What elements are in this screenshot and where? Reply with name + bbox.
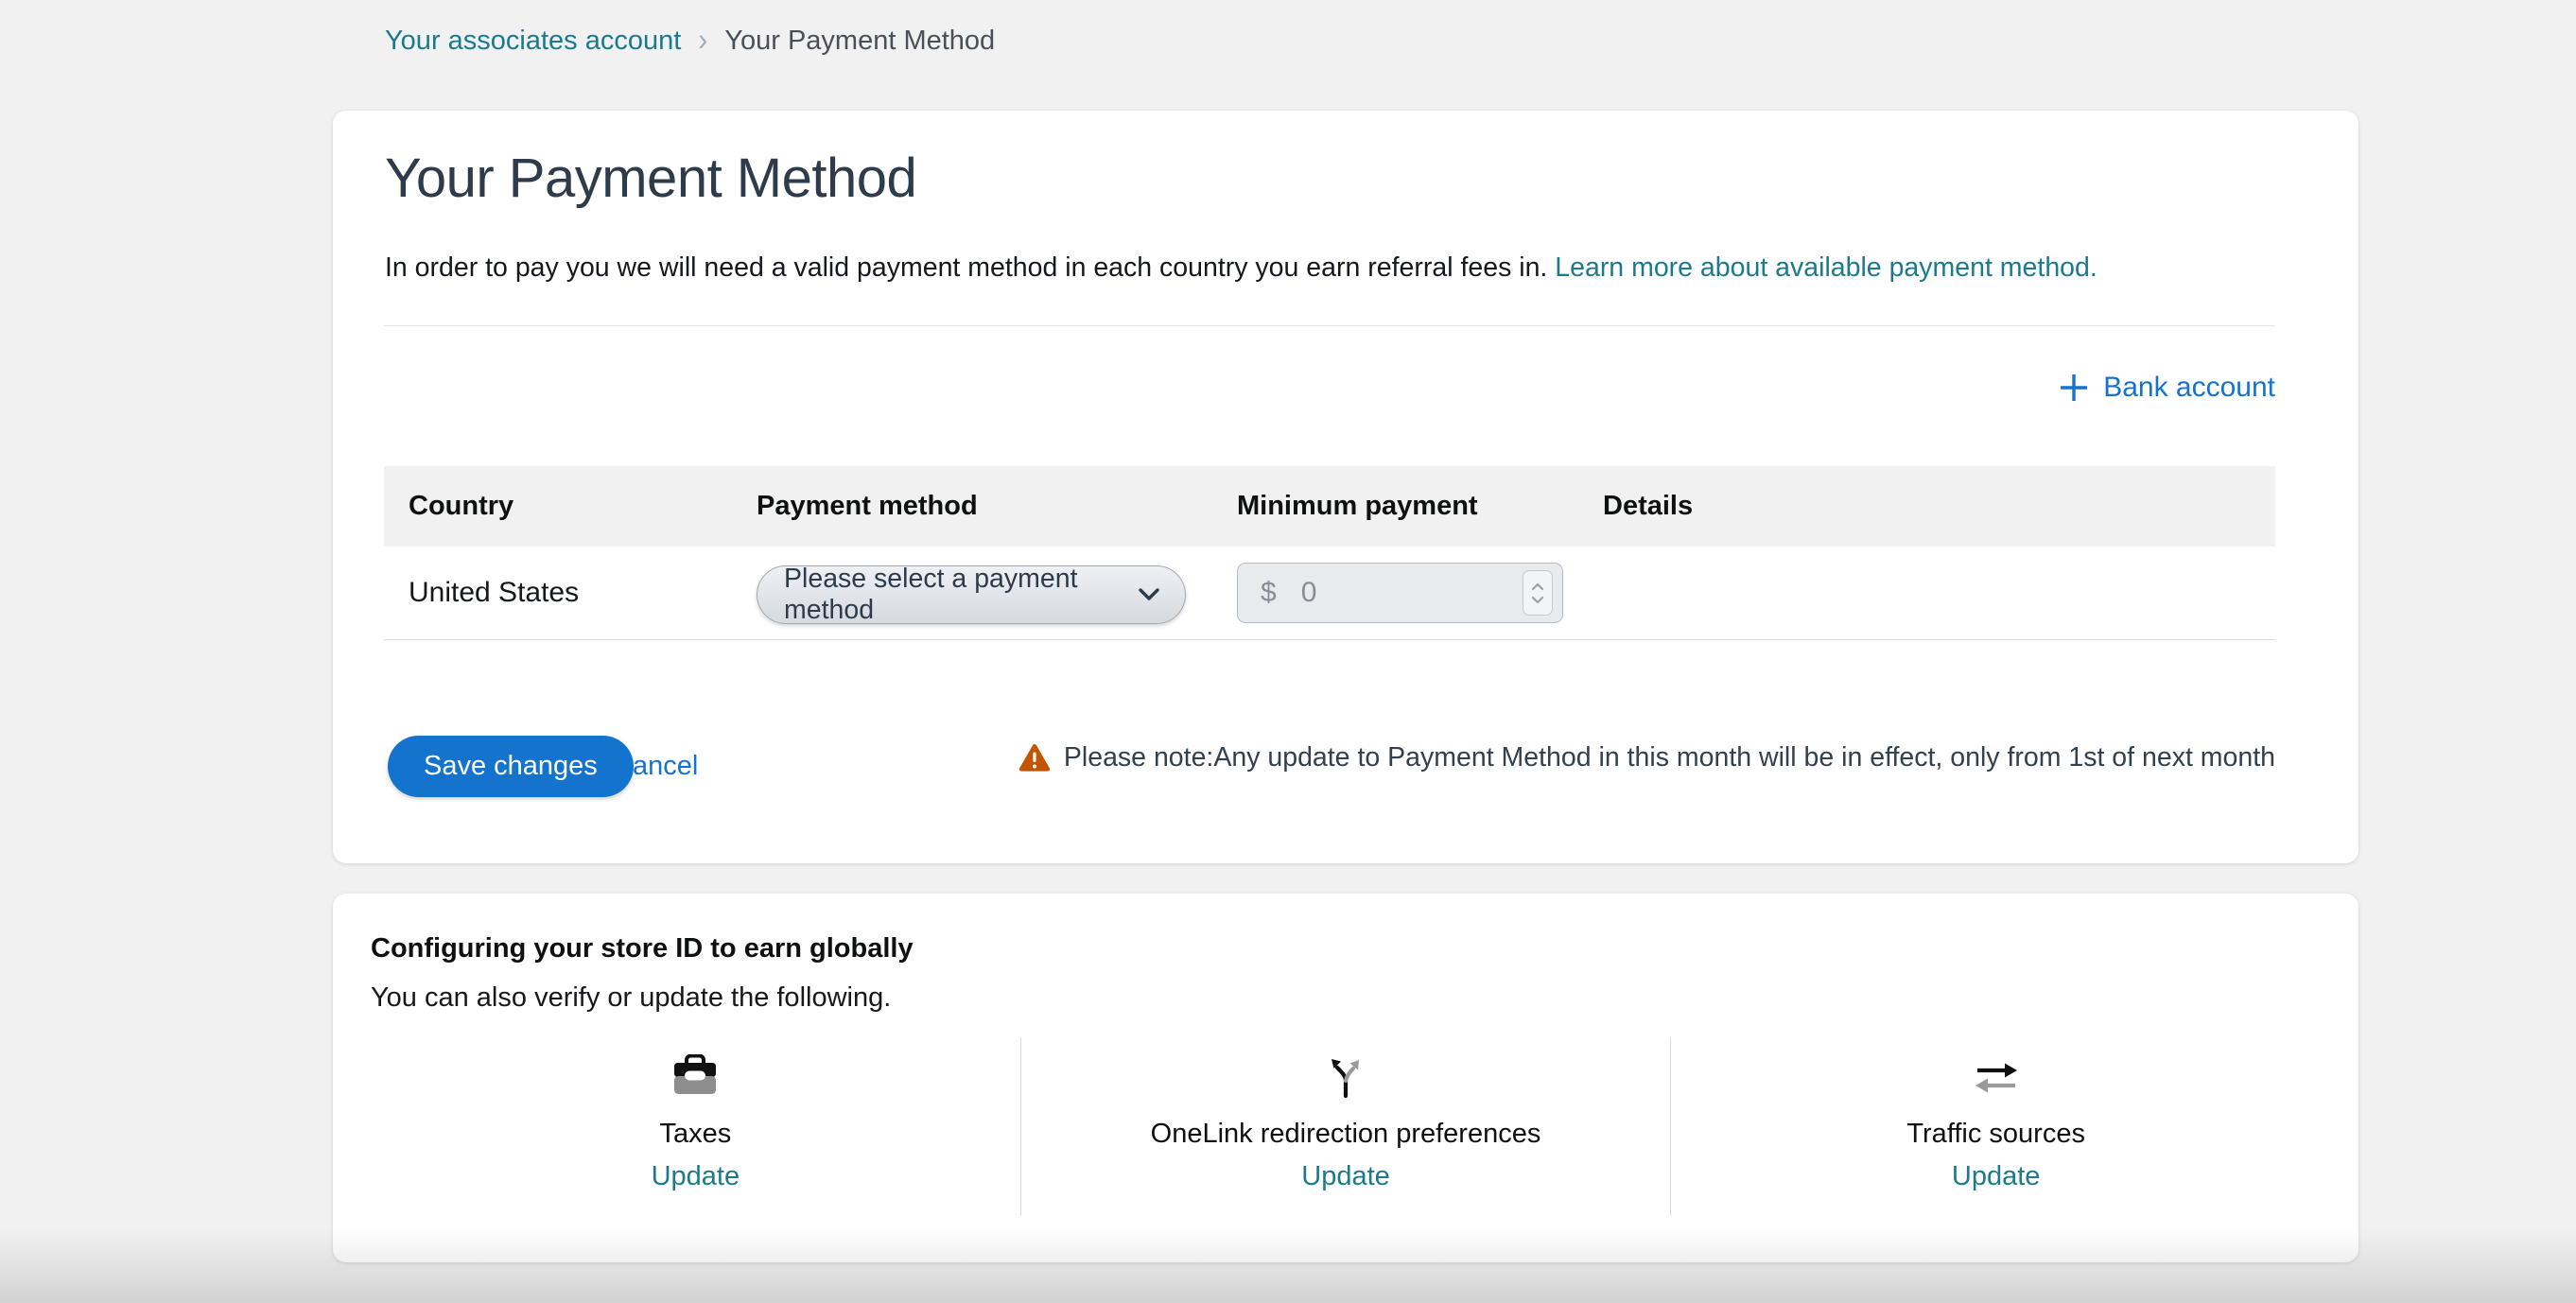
table-row: United States Please select a payment me… [384,547,2275,640]
update-onelink-link[interactable]: Update [1301,1161,1390,1192]
store-option-label: Taxes [659,1119,731,1150]
add-bank-account-button[interactable]: Bank account [2058,372,2275,404]
table-header-row: Country Payment method Minimum payment D… [384,466,2275,547]
chevron-up-icon [1531,582,1544,591]
column-header-country: Country [384,491,757,522]
column-header-payment-method: Payment method [757,491,1237,522]
divider [384,325,2275,326]
store-option-taxes: Taxes Update [371,1037,1020,1215]
country-cell: United States [384,577,757,609]
store-id-card: Configuring your store ID to earn global… [333,894,2358,1262]
payment-update-note: Please note:Any update to Payment Method… [1018,742,2275,773]
add-bank-account-label: Bank account [2103,372,2275,404]
minimum-payment-cell: $ 0 [1237,563,1603,623]
page-title: Your Payment Method [385,147,916,210]
minimum-payment-value: 0 [1301,577,1523,609]
breadcrumb-current: Your Payment Method [724,26,995,57]
learn-more-link[interactable]: Learn more about available payment metho… [1555,252,2097,283]
payment-method-card: Your Payment Method In order to pay you … [333,111,2358,863]
payment-method-select-value: Please select a payment method [784,564,1121,626]
breadcrumb-link-associates-account[interactable]: Your associates account [385,26,681,57]
minimum-payment-input[interactable]: $ 0 [1237,563,1563,623]
store-option-label: OneLink redirection preferences [1151,1119,1541,1150]
payment-method-select[interactable]: Please select a payment method [757,565,1186,624]
note-text: Please note:Any update to Payment Method… [1064,742,2275,773]
warning-icon [1018,743,1051,773]
split-arrows-icon [1322,1051,1369,1098]
number-stepper[interactable] [1523,570,1553,616]
plus-icon [2058,372,2090,404]
chevron-down-icon [1138,587,1160,601]
page-description: In order to pay you we will need a valid… [385,252,2275,284]
briefcase-icon [671,1051,719,1098]
description-text: In order to pay you we will need a valid… [385,252,1547,283]
save-button[interactable]: Save changes [388,736,634,797]
store-option-traffic-sources: Traffic sources Update [1671,1037,2321,1215]
column-header-minimum-payment: Minimum payment [1237,491,1603,522]
cancel-link[interactable]: Cancel [613,736,698,797]
breadcrumb: Your associates account › Your Payment M… [385,25,995,57]
update-traffic-sources-link[interactable]: Update [1952,1161,2041,1192]
store-options: Taxes Update OneLink redirection prefere… [371,1037,2321,1215]
payment-method-cell: Please select a payment method [757,563,1237,624]
store-option-onelink: OneLink redirection preferences Update [1020,1037,1672,1215]
store-card-subheading: You can also verify or update the follow… [371,982,891,1014]
column-header-details: Details [1603,491,2275,522]
swap-arrows-icon [1972,1051,2021,1098]
chevron-right-icon: › [698,22,707,59]
store-card-heading: Configuring your store ID to earn global… [371,933,914,964]
currency-symbol: $ [1261,577,1277,609]
update-taxes-link[interactable]: Update [652,1161,740,1192]
chevron-down-icon [1531,596,1544,604]
store-option-label: Traffic sources [1906,1119,2085,1150]
payment-methods-table: Country Payment method Minimum payment D… [384,466,2275,640]
